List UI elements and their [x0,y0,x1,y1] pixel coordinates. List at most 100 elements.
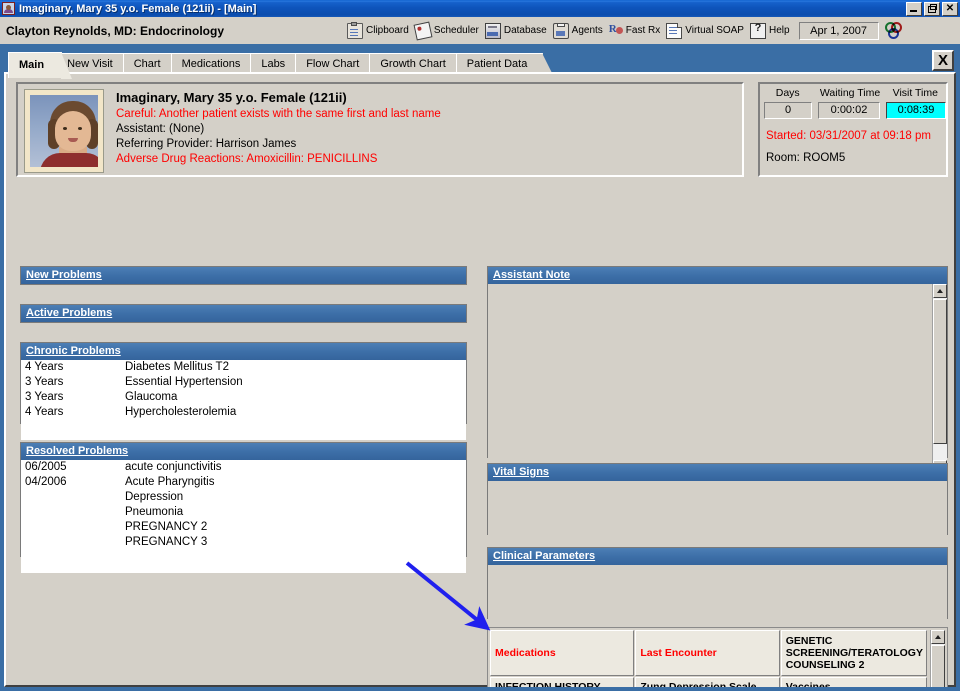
table-row: Medications Last Encounter GENETIC SCREE… [490,630,928,677]
problem-name: PREGNANCY 2 [125,520,466,535]
panel-header-active-problems[interactable]: Active Problems [21,305,466,322]
toolbar-label-scheduler: Scheduler [434,25,479,36]
panel-header-vital-signs[interactable]: Vital Signs [488,464,947,481]
panel-clinical-parameters[interactable]: Clinical Parameters [487,547,948,619]
timer-visit-value[interactable]: 0:08:39 [886,102,946,119]
list-item[interactable]: 04/2006 Acute Pharyngitis [21,475,466,490]
help-icon [750,23,766,39]
problem-duration: 3 Years [25,375,125,390]
template-cell-last-encounter[interactable]: Last Encounter [635,630,779,676]
toolbar-button-virtual-soap[interactable]: Virtual SOAP [663,21,747,41]
patient-banner-text: Imaginary, Mary 35 y.o. Female (121ii) C… [116,90,441,167]
list-item[interactable]: 3 Years Essential Hypertension [21,375,466,390]
tab-strip: Main New Visit Chart Medications Labs Fl… [0,44,960,74]
patient-name: Imaginary, Mary 35 y.o. Female (121ii) [116,90,441,105]
panel-header-clinical-parameters[interactable]: Clinical Parameters [488,548,947,565]
close-tab-button[interactable]: X [932,50,954,71]
tab-labs[interactable]: Labs [250,53,301,74]
panel-resolved-problems[interactable]: Resolved Problems 06/2005 acute conjunct… [20,442,467,557]
patient-photo-frame [24,89,104,173]
list-item[interactable]: Depression [21,490,466,505]
database-icon [485,23,501,39]
three-rings-logo-icon[interactable] [885,22,903,40]
toolbar-button-clipboard[interactable]: Clipboard [344,21,412,41]
minimize-button[interactable] [906,2,922,16]
toolbar-button-scheduler[interactable]: Scheduler [412,21,482,41]
toolbar-date-field[interactable]: Apr 1, 2007 [799,22,879,40]
problem-name: Diabetes Mellitus T2 [125,360,466,375]
list-item[interactable]: 4 Years Diabetes Mellitus T2 [21,360,466,375]
toolbar-label-clipboard: Clipboard [366,25,409,36]
chronic-problems-list[interactable]: 4 Years Diabetes Mellitus T2 3 Years Ess… [21,360,466,440]
tab-growth-chart[interactable]: Growth Chart [369,53,461,74]
clipboard-icon [347,23,363,39]
tab-patient-data[interactable]: Patient Data [456,53,544,74]
scheduler-icon [413,21,432,40]
template-cell-medications[interactable]: Medications [490,630,634,676]
panel-assistant-note[interactable]: Assistant Note [487,266,948,458]
vital-signs-body[interactable] [488,481,947,551]
problem-duration: 4 Years [25,405,125,420]
list-item[interactable]: PREGNANCY 3 [21,535,466,550]
list-item[interactable]: 3 Years Glaucoma [21,390,466,405]
template-grid[interactable]: Medications Last Encounter GENETIC SCREE… [487,627,948,691]
toolbar-button-agents[interactable]: Agents [550,21,606,41]
tab-main[interactable]: Main [8,52,62,78]
problem-date: 04/2006 [25,475,125,490]
toolbar-items: Clipboard Scheduler Database Agents Fast… [344,17,903,44]
panel-vital-signs[interactable]: Vital Signs [487,463,948,535]
clinical-parameters-body[interactable] [488,565,947,635]
timer-waiting-value[interactable]: 0:00:02 [818,102,880,119]
scroll-up-icon[interactable] [933,284,947,298]
assistant-note-body[interactable] [488,284,947,474]
window-bottom-edge [0,687,960,691]
tab-chart[interactable]: Chart [123,53,177,74]
panel-header-assistant-note[interactable]: Assistant Note [488,267,947,284]
problem-name: Hypercholesterolemia [125,405,466,420]
problem-date [25,490,125,505]
template-cell-genetic-screening[interactable]: GENETIC SCREENING/TERATOLOGY COUNSELING … [781,630,927,676]
timer-days-value[interactable]: 0 [764,102,812,119]
panel-header-chronic-problems[interactable]: Chronic Problems [21,343,466,360]
list-item[interactable]: 06/2005 acute conjunctivitis [21,460,466,475]
toolbar-button-database[interactable]: Database [482,21,550,41]
window-title: Imaginary, Mary 35 y.o. Female (121ii) -… [19,3,256,15]
main-content-area: Imaginary, Mary 35 y.o. Female (121ii) C… [4,72,956,687]
panel-title-assistant-note: Assistant Note [493,269,570,281]
tab-flow-chart[interactable]: Flow Chart [295,53,375,74]
panel-header-resolved-problems[interactable]: Resolved Problems [21,443,466,460]
problem-duration: 4 Years [25,360,125,375]
resolved-problems-list[interactable]: 06/2005 acute conjunctivitis 04/2006 Acu… [21,460,466,573]
tab-medications[interactable]: Medications [171,53,257,74]
scrollbar-thumb[interactable] [931,645,945,691]
panel-new-problems[interactable]: New Problems [20,266,467,285]
panel-title-clinical-parameters: Clinical Parameters [493,550,595,562]
timer-headers: Days Waiting Time Visit Time [760,87,946,99]
list-item[interactable]: PREGNANCY 2 [21,520,466,535]
assistant-note-scrollbar[interactable] [932,284,947,474]
patient-referring-provider: Referring Provider: Harrison James [116,137,441,152]
template-grid-scrollbar[interactable] [930,630,945,691]
close-window-button[interactable]: ✕ [942,2,958,16]
panel-title-resolved-problems: Resolved Problems [26,445,128,457]
patient-assistant: Assistant: (None) [116,122,441,137]
panel-chronic-problems[interactable]: Chronic Problems 4 Years Diabetes Mellit… [20,342,467,424]
restore-button[interactable] [924,2,940,16]
timer-days-label: Days [760,87,815,99]
toolbar-label-virtual-soap: Virtual SOAP [685,25,744,36]
panel-title-active-problems: Active Problems [26,307,112,319]
scroll-up-icon[interactable] [931,630,945,644]
virtual-soap-icon [666,23,682,39]
timer-waiting-label: Waiting Time [815,87,884,99]
avatar [30,95,98,167]
problem-date [25,520,125,535]
panel-active-problems[interactable]: Active Problems [20,304,467,323]
patient-icon [2,2,15,15]
scrollbar-thumb[interactable] [933,299,947,444]
problem-name: Glaucoma [125,390,466,405]
toolbar-button-help[interactable]: Help [747,21,793,41]
panel-header-new-problems[interactable]: New Problems [21,267,466,284]
list-item[interactable]: Pneumonia [21,505,466,520]
toolbar-button-fast-rx[interactable]: Fast Rx [606,21,663,41]
list-item[interactable]: 4 Years Hypercholesterolemia [21,405,466,420]
